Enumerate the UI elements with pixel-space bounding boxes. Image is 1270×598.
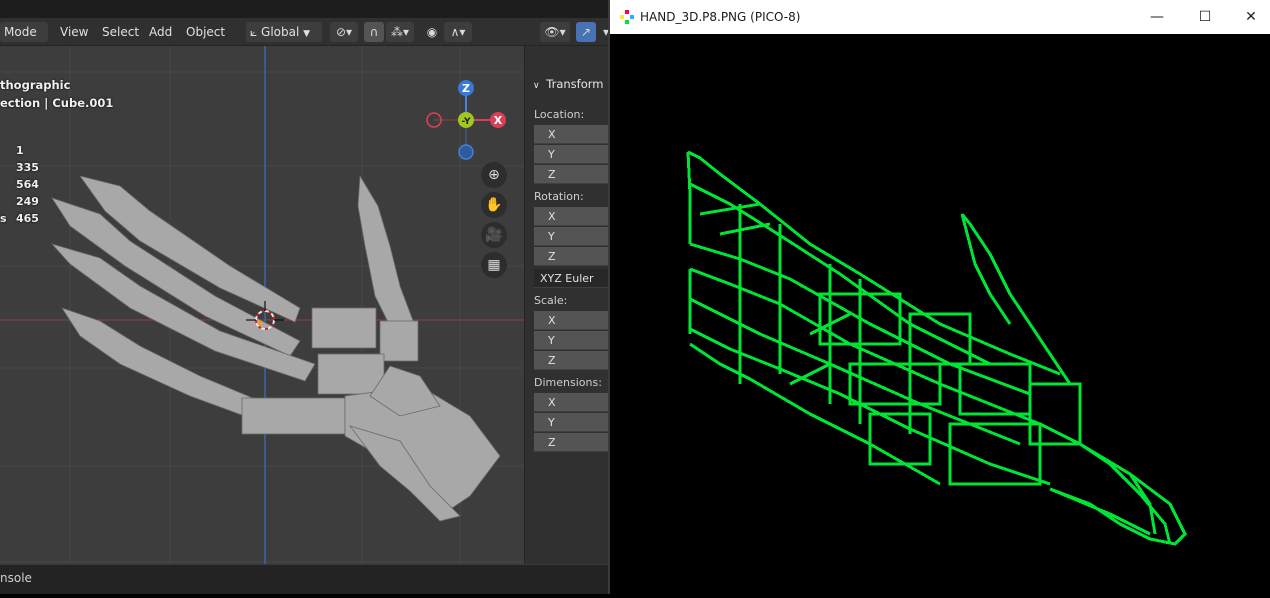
stat-value: 249 <box>16 195 39 208</box>
hand-model <box>50 174 501 522</box>
stat-value: 1 <box>16 144 24 157</box>
rotation-mode-select[interactable]: XYZ Euler <box>534 269 608 288</box>
location-z-field[interactable]: Z <box>534 165 608 184</box>
menu-add[interactable]: Add <box>145 22 176 42</box>
gizmo-x-label: X <box>494 114 503 127</box>
location-y-field[interactable]: Y <box>534 145 608 164</box>
stat-value: 564 <box>16 178 39 191</box>
pan-hand-icon[interactable]: ✋ <box>481 192 507 218</box>
transform-section-header[interactable]: ∨ Transform <box>533 77 603 91</box>
blender-window: Mode ▼ View Select Add Object ⟀ Global ▼… <box>0 0 608 594</box>
camera-view-icon[interactable]: 🎥 <box>481 222 507 248</box>
collection-label: ection | Cube.001 <box>0 96 114 110</box>
3d-viewport[interactable]: thographic ection | Cube.001 1 335 564 2… <box>0 46 524 564</box>
dimensions-x-field[interactable]: X <box>534 393 608 412</box>
scale-label: Scale: <box>534 294 568 307</box>
dimensions-y-field[interactable]: Y <box>534 413 608 432</box>
blender-top-strip <box>0 0 608 18</box>
pico8-window: HAND_3D.P8.PNG (PICO-8) — ☐ ✕ <box>608 0 1270 594</box>
hand-wireframe <box>686 150 1187 546</box>
scale-y-field[interactable]: Y <box>534 331 608 350</box>
console-tab[interactable]: nsole <box>0 571 32 585</box>
zoom-icon[interactable]: ⊕ <box>481 162 507 188</box>
scale-x-field[interactable]: X <box>534 311 608 330</box>
status-bar: nsole <box>0 564 608 594</box>
stat-label: s <box>0 212 7 225</box>
maximize-icon[interactable]: ☐ <box>1182 0 1228 34</box>
dimensions-label: Dimensions: <box>534 376 602 389</box>
close-icon[interactable]: ✕ <box>1228 0 1270 34</box>
gizmo-neg-z-axis <box>458 144 474 160</box>
pico8-title-bar[interactable]: HAND_3D.P8.PNG (PICO-8) — ☐ ✕ <box>610 0 1270 34</box>
chevron-down-icon: ▼ <box>303 29 311 39</box>
menu-select[interactable]: Select <box>98 22 143 42</box>
viewport-header: Mode ▼ View Select Add Object ⟀ Global ▼… <box>0 18 608 59</box>
stat-value: 465 <box>16 212 39 225</box>
orientation-dropdown[interactable]: ⟀ Global ▼ <box>246 22 322 42</box>
location-label: Location: <box>534 108 585 121</box>
pico8-app-icon <box>620 10 634 24</box>
transform-orientation-icon: ⟀ <box>250 25 258 39</box>
menu-object[interactable]: Object <box>182 22 229 42</box>
snap-magnet-icon[interactable]: ∩ <box>364 22 384 42</box>
transform-title: Transform <box>546 77 604 91</box>
perspective-grid-icon[interactable]: ▦ <box>481 252 507 278</box>
mode-dropdown[interactable]: Mode ▼ <box>0 22 48 59</box>
pico8-screen[interactable] <box>610 34 1270 594</box>
gizmo-y-label: -Y <box>462 117 471 127</box>
visibility-eye-icon[interactable]: 👁▾ <box>540 22 570 42</box>
proportional-edit-icon[interactable]: ◉ <box>422 22 442 42</box>
chevron-down-icon[interactable]: ▾ <box>596 22 608 42</box>
rotation-y-field[interactable]: Y <box>534 227 608 246</box>
gizmo-toggle-icon[interactable]: ↗ <box>576 22 596 42</box>
location-x-field[interactable]: X <box>534 125 608 144</box>
rotation-x-field[interactable]: X <box>534 207 608 226</box>
pivot-point-icon[interactable]: ⊘▾ <box>330 22 358 42</box>
chevron-down-icon: ∨ <box>533 81 540 91</box>
falloff-curve-icon[interactable]: ∧▾ <box>444 22 472 42</box>
scale-z-field[interactable]: Z <box>534 351 608 370</box>
minimize-icon[interactable]: — <box>1134 0 1180 34</box>
snap-target-icon[interactable]: ⁂▾ <box>386 22 414 42</box>
stat-value: 335 <box>16 161 39 174</box>
navigation-gizmo[interactable]: Z X -Y <box>420 76 520 162</box>
rotation-label: Rotation: <box>534 190 584 203</box>
orientation-label: Global <box>261 25 300 39</box>
sidebar-n-panel: ∨ Transform Location: X Y Z Rotation: X … <box>524 46 608 564</box>
menu-view[interactable]: View <box>56 22 92 42</box>
dimensions-z-field[interactable]: Z <box>534 433 608 452</box>
mode-label: Mode <box>4 25 37 39</box>
window-title: HAND_3D.P8.PNG (PICO-8) <box>640 10 801 24</box>
gizmo-z-label: Z <box>462 82 470 95</box>
rotation-z-field[interactable]: Z <box>534 247 608 266</box>
view-name-label: thographic <box>0 78 71 92</box>
